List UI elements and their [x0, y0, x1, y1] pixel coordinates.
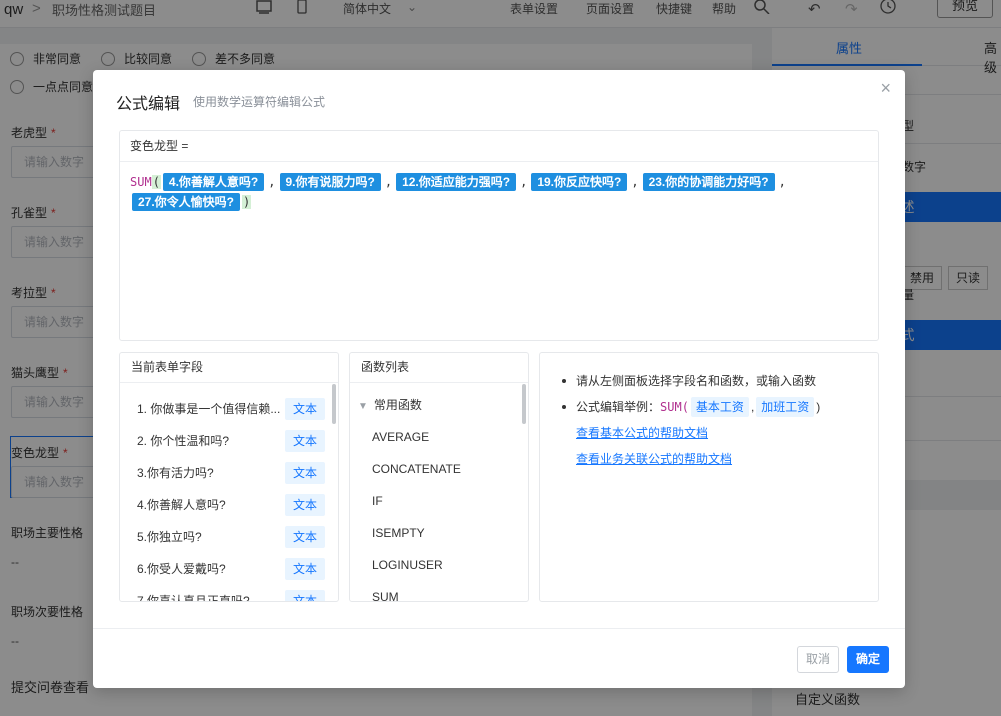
formula-close-paren: ): [242, 195, 252, 209]
formula-field-chip[interactable]: 19.你反应快吗?: [531, 173, 628, 191]
formula-comma: ,: [631, 175, 639, 189]
function-list-panel: 函数列表 ▼ 常用函数 AVERAGE CONCATENATE IF ISEMPT…: [349, 352, 529, 602]
form-fields-panel: 当前表单字段 1. 你做事是一个值得信赖... 文本 2. 你个性温和吗? 文本 3…: [119, 352, 339, 602]
help-link-business[interactable]: 查看业务关联公式的帮助文档: [576, 446, 860, 472]
dialog-title: 公式编辑: [116, 96, 181, 113]
list-item[interactable]: 5.你独立吗? 文本: [120, 521, 338, 553]
function-item[interactable]: SUM: [350, 581, 528, 601]
form-fields-title: 当前表单字段: [120, 353, 338, 383]
list-item[interactable]: 2. 你个性温和吗? 文本: [120, 425, 338, 457]
formula-target-field: 变色龙型 =: [120, 131, 878, 162]
cancel-button[interactable]: 取消: [797, 646, 839, 673]
formula-editor[interactable]: 变色龙型 = SUM(4.你善解人意吗?, 9.你有说服力吗?, 12.你适应能力强…: [119, 130, 879, 341]
function-item[interactable]: AVERAGE: [350, 421, 528, 453]
close-icon[interactable]: ×: [880, 78, 891, 99]
function-list-title: 函数列表: [350, 353, 528, 383]
field-type-badge: 文本: [285, 398, 326, 420]
field-type-badge: 文本: [285, 558, 326, 580]
field-type-badge: 文本: [285, 590, 326, 601]
function-list[interactable]: ▼ 常用函数 AVERAGE CONCATENATE IF ISEMPTY LOG…: [350, 383, 528, 601]
help-panel: 请从左侧面板选择字段名和函数，或输入函数 公式编辑举例：SUM(基本工资, 加班工…: [539, 352, 879, 602]
field-type-badge: 文本: [285, 430, 326, 452]
field-type-badge: 文本: [285, 462, 326, 484]
list-item[interactable]: 7.你喜认真且正直吗? 文本: [120, 585, 338, 601]
formula-field-chip[interactable]: 9.你有说服力吗?: [279, 173, 381, 191]
example-field-tag: 加班工资: [756, 397, 815, 417]
form-fields-list[interactable]: 1. 你做事是一个值得信赖... 文本 2. 你个性温和吗? 文本 3.你有活力吗?…: [120, 383, 338, 601]
footer-divider: [93, 628, 905, 629]
scrollbar[interactable]: [332, 384, 336, 424]
formula-field-chip[interactable]: 27.你令人愉快吗?: [132, 193, 241, 211]
formula-input[interactable]: SUM(4.你善解人意吗?, 9.你有说服力吗?, 12.你适应能力强吗?, 19.你…: [120, 162, 878, 212]
formula-comma: ,: [268, 175, 276, 189]
formula-field-chip[interactable]: 4.你善解人意吗?: [162, 173, 265, 191]
list-item[interactable]: 1. 你做事是一个值得信赖... 文本: [120, 393, 338, 425]
function-item[interactable]: CONCATENATE: [350, 453, 528, 485]
field-type-badge: 文本: [285, 494, 326, 516]
list-item[interactable]: 3.你有活力吗? 文本: [120, 457, 338, 489]
help-example: 公式编辑举例：SUM(基本工资, 加班工资): [558, 394, 860, 420]
formula-comma: ,: [520, 175, 528, 189]
help-instruction: 请从左侧面板选择字段名和函数，或输入函数: [558, 368, 860, 394]
formula-field-chip[interactable]: 23.你的协调能力好吗?: [642, 173, 775, 191]
function-group[interactable]: ▼ 常用函数: [350, 389, 528, 421]
caret-down-icon: ▼: [358, 401, 368, 412]
confirm-button[interactable]: 确定: [847, 646, 889, 673]
dialog-subtitle: 使用数学运算符编辑公式: [193, 95, 326, 109]
formula-function: SUM: [130, 175, 152, 189]
formula-field-chip[interactable]: 12.你适应能力强吗?: [396, 173, 517, 191]
formula-open-paren: (: [151, 175, 161, 189]
formula-comma: ,: [384, 175, 393, 189]
formula-comma: ,: [778, 175, 786, 189]
example-field-tag: 基本工资: [690, 397, 749, 417]
field-type-badge: 文本: [285, 526, 326, 548]
scrollbar[interactable]: [522, 384, 526, 424]
function-item[interactable]: LOGINUSER: [350, 549, 528, 581]
list-item[interactable]: 4.你善解人意吗? 文本: [120, 489, 338, 521]
formula-editor-dialog: 公式编辑 使用数学运算符编辑公式 × 变色龙型 = SUM(4.你善解人意吗?,…: [93, 70, 905, 688]
function-item[interactable]: IF: [350, 485, 528, 517]
help-link-basic[interactable]: 查看基本公式的帮助文档: [576, 420, 860, 446]
list-item[interactable]: 6.你受人爱戴吗? 文本: [120, 553, 338, 585]
function-item[interactable]: ISEMPTY: [350, 517, 528, 549]
